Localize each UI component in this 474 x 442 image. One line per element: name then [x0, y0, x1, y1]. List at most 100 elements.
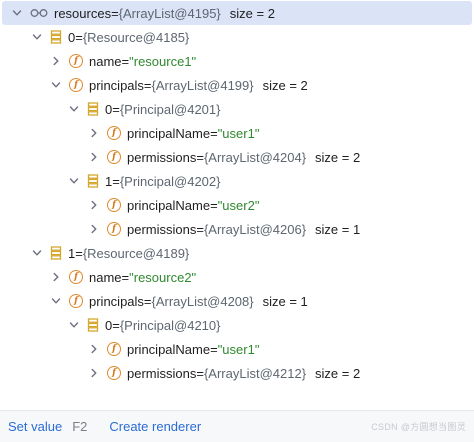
variable-name: 0	[68, 29, 76, 45]
variable-name: name	[89, 53, 122, 69]
variable-name: 0	[105, 101, 113, 117]
tree-row-principals[interactable]: f principals = {ArrayList@4199} size = 2	[0, 73, 474, 97]
variable-name: principalName	[127, 341, 211, 357]
set-value-link[interactable]: Set value	[8, 419, 62, 434]
variable-name: permissions	[127, 149, 197, 165]
array-item-icon	[87, 174, 99, 188]
chevron-right-icon[interactable]	[49, 270, 63, 284]
create-renderer-link[interactable]: Create renderer	[109, 419, 201, 434]
variable-name: 1	[68, 245, 76, 261]
variable-value: {Principal@4210}	[119, 317, 221, 333]
variable-value: {Resource@4189}	[82, 245, 190, 261]
array-item-icon	[50, 246, 62, 260]
chevron-right-icon[interactable]	[87, 222, 101, 236]
equals-sign: =	[112, 317, 120, 333]
array-item-icon	[87, 318, 99, 332]
size-label: size = 2	[262, 77, 308, 93]
variable-value: "user1"	[217, 125, 260, 141]
chevron-right-icon[interactable]	[87, 198, 101, 212]
equals-sign: =	[75, 245, 83, 261]
array-item-icon	[87, 102, 99, 116]
size-label: size = 2	[315, 149, 361, 165]
tree-row-item-1[interactable]: 1 = {Principal@4202}	[0, 169, 474, 193]
variable-value: "user1"	[217, 341, 260, 357]
variable-name: resources	[54, 5, 112, 21]
tree-row-item-0[interactable]: 0 = {Principal@4201}	[0, 97, 474, 121]
equals-sign: =	[143, 77, 152, 93]
equals-sign: =	[112, 101, 120, 117]
chevron-down-icon[interactable]	[49, 78, 63, 92]
field-icon: f	[69, 294, 83, 308]
variable-name: permissions	[127, 221, 197, 237]
size-label: size = 2	[315, 365, 361, 381]
chevron-down-icon[interactable]	[30, 30, 44, 44]
equals-sign: =	[111, 5, 119, 21]
variable-name: principals	[89, 77, 144, 93]
chevron-down-icon[interactable]	[49, 294, 63, 308]
variable-value: "resource1"	[129, 53, 197, 69]
variable-value: "resource2"	[129, 269, 197, 285]
variables-tree[interactable]: resources = {ArrayList@4195} size = 2 0 =…	[0, 0, 474, 410]
tree-row-item-1[interactable]: 1 = {Resource@4189}	[0, 241, 474, 265]
variable-value: {ArrayList@4204}	[203, 149, 307, 165]
size-label: size = 1	[315, 221, 361, 237]
field-icon: f	[69, 54, 83, 68]
equals-sign: =	[210, 341, 218, 357]
variable-value: "user2"	[217, 197, 260, 213]
equals-sign: =	[143, 293, 152, 309]
chevron-right-icon[interactable]	[49, 54, 63, 68]
variable-name: permissions	[127, 365, 197, 381]
chevron-down-icon[interactable]	[67, 318, 81, 332]
field-icon: f	[69, 270, 83, 284]
variable-name: principals	[89, 293, 144, 309]
chevron-down-icon[interactable]	[30, 246, 44, 260]
equals-sign: =	[112, 173, 120, 189]
tree-row-item-0[interactable]: 0 = {Principal@4210}	[0, 313, 474, 337]
equals-sign: =	[196, 365, 204, 381]
tree-row-permissions[interactable]: f permissions = {ArrayList@4204} size = 2	[0, 145, 474, 169]
equals-sign: =	[210, 125, 218, 141]
variable-value: {Principal@4201}	[119, 101, 221, 117]
equals-sign: =	[210, 197, 218, 213]
variable-value: {ArrayList@4195}	[118, 5, 221, 21]
field-icon: f	[107, 126, 121, 140]
tree-row-permissions[interactable]: f permissions = {ArrayList@4206} size = 1	[0, 217, 474, 241]
variable-value: {Resource@4185}	[82, 29, 190, 45]
tree-row-resources[interactable]: resources = {ArrayList@4195} size = 2	[2, 1, 472, 25]
tree-row-name[interactable]: f name = "resource1"	[0, 49, 474, 73]
variable-value: {ArrayList@4212}	[203, 365, 307, 381]
field-icon: f	[107, 342, 121, 356]
chevron-right-icon[interactable]	[87, 150, 101, 164]
field-icon: f	[69, 78, 83, 92]
tree-row-name[interactable]: f name = "resource2"	[0, 265, 474, 289]
tree-row-principal-name[interactable]: f principalName = "user2"	[0, 193, 474, 217]
variable-name: 1	[105, 173, 113, 189]
watermark: CSDN @方圆想当图灵	[371, 422, 466, 432]
field-icon: f	[107, 198, 121, 212]
variable-value: {Principal@4202}	[119, 173, 221, 189]
variable-value: {ArrayList@4208}	[151, 293, 254, 309]
tree-row-item-0[interactable]: 0 = {Resource@4185}	[0, 25, 474, 49]
tree-row-permissions[interactable]: f permissions = {ArrayList@4212} size = 2	[0, 361, 474, 385]
variable-name: name	[89, 269, 122, 285]
set-value-shortcut: F2	[72, 419, 88, 434]
variable-name: principalName	[127, 125, 211, 141]
chevron-right-icon[interactable]	[87, 366, 101, 380]
chevron-down-icon[interactable]	[67, 102, 81, 116]
variable-value: {ArrayList@4199}	[151, 77, 254, 93]
chevron-right-icon[interactable]	[87, 342, 101, 356]
equals-sign: =	[121, 269, 130, 285]
chevron-down-icon[interactable]	[10, 6, 24, 20]
array-item-icon	[50, 30, 62, 44]
equals-sign: =	[196, 221, 204, 237]
equals-sign: =	[121, 53, 130, 69]
glasses-icon	[30, 8, 48, 18]
chevron-down-icon[interactable]	[67, 174, 81, 188]
tree-row-principal-name[interactable]: f principalName = "user1"	[0, 337, 474, 361]
tree-row-principals[interactable]: f principals = {ArrayList@4208} size = 1	[0, 289, 474, 313]
size-label: size = 2	[229, 5, 275, 21]
variable-name: principalName	[127, 197, 211, 213]
chevron-right-icon[interactable]	[87, 126, 101, 140]
equals-sign: =	[196, 149, 204, 165]
tree-row-principal-name[interactable]: f principalName = "user1"	[0, 121, 474, 145]
